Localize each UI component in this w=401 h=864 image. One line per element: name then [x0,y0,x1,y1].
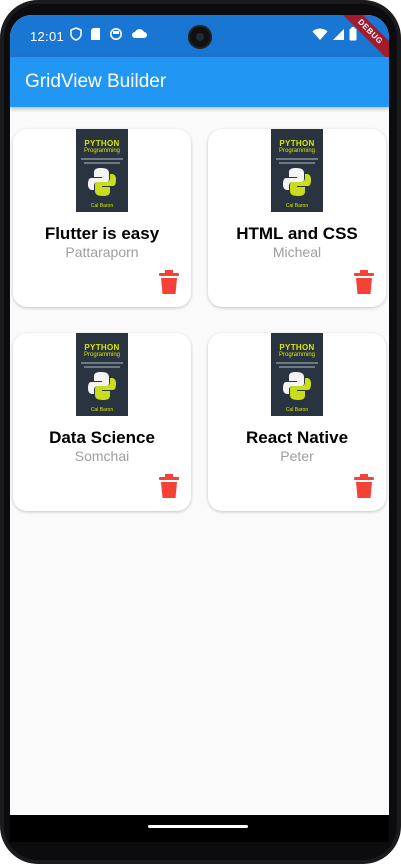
cover-line [279,366,315,368]
cover-line [276,362,318,364]
book-title: Flutter is easy [44,224,160,243]
cover-line [81,362,123,364]
cloud-icon [132,29,147,38]
cover-author: Cal Baron [285,407,309,413]
cover-subtitle: Programming [83,352,120,358]
trash-icon[interactable] [353,270,375,294]
trash-icon[interactable] [158,270,180,294]
home-gesture-handle[interactable] [148,825,248,828]
front-camera [188,25,212,49]
app-bar: GridView Builder [10,57,389,107]
book-cover-image: PYTHON Programming Cal Baron [271,333,323,416]
trash-icon[interactable] [353,474,375,498]
status-bar: 12:01 DEBUG [10,15,389,69]
book-title: Data Science [49,428,155,447]
python-logo-icon [283,372,311,400]
cover-author: Cal Baron [285,203,309,209]
trash-icon[interactable] [158,474,180,498]
book-card[interactable]: PYTHON Programming Cal Baron React Nativ… [208,333,386,511]
shield-icon [70,27,82,41]
cover-title: PYTHON [279,139,315,148]
book-card[interactable]: PYTHON Programming Cal Baron Flutter is … [13,129,191,307]
cover-title: PYTHON [84,343,120,352]
cover-title: PYTHON [279,343,315,352]
python-logo-icon [88,372,116,400]
book-title: React Native [245,428,349,447]
cover-line [84,366,120,368]
book-title: HTML and CSS [236,224,358,243]
book-card[interactable]: PYTHON Programming Cal Baron Data Scienc… [13,333,191,511]
battery-icon [349,27,357,41]
python-logo-icon [88,168,116,196]
signal-icon [333,28,344,40]
book-grid: PYTHON Programming Cal Baron Flutter is … [13,129,386,511]
location-icon [110,28,122,40]
wifi-icon [312,28,328,40]
app-bar-title: GridView Builder [25,71,167,92]
device-frame: 12:01 DEBUG GridView Builder PYTHON Prog… [0,0,401,864]
system-nav-bar [10,815,389,842]
cover-subtitle: Programming [278,352,315,358]
cover-line [279,162,315,164]
status-right-icons [312,27,357,41]
status-left-icons [70,27,147,41]
book-cover-image: PYTHON Programming Cal Baron [271,129,323,212]
cover-author: Cal Baron [90,203,114,209]
cover-line [81,158,123,160]
book-cover-image: PYTHON Programming Cal Baron [76,333,128,416]
cover-line [84,162,120,164]
cover-title: PYTHON [84,139,120,148]
status-time: 12:01 [30,29,65,44]
book-author: Peter [280,448,314,464]
cover-subtitle: Programming [83,148,120,154]
sd-card-icon [91,28,100,40]
phone-screen: 12:01 DEBUG GridView Builder PYTHON Prog… [10,15,389,842]
python-logo-icon [283,168,311,196]
book-cover-image: PYTHON Programming Cal Baron [76,129,128,212]
book-author: Somchai [74,448,130,464]
book-author: Pattaraporn [65,244,139,260]
cover-line [276,158,318,160]
cover-subtitle: Programming [278,148,315,154]
cover-author: Cal Baron [90,407,114,413]
book-author: Micheal [272,244,322,260]
book-card[interactable]: PYTHON Programming Cal Baron HTML and CS… [208,129,386,307]
